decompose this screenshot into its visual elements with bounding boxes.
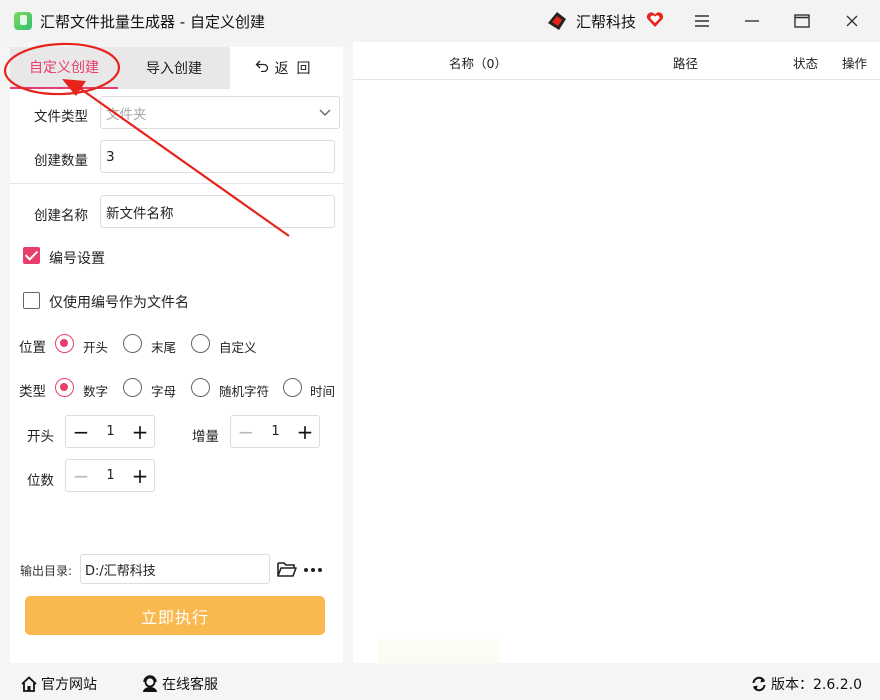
type-radio-number[interactable] xyxy=(55,378,74,397)
version-label: 版本：2.6.2.0 xyxy=(771,677,862,693)
chevron-down-icon xyxy=(319,105,331,121)
tab-custom-create[interactable]: 自定义创建 xyxy=(10,47,118,89)
digits-value[interactable]: 1 xyxy=(96,460,125,491)
position-option-end: 末尾 xyxy=(151,340,177,355)
table-header: 名称（0） 路径 状态 操作 xyxy=(353,42,880,80)
count-label: 创建数量 xyxy=(34,153,88,169)
digits-stepper: − 1 + xyxy=(65,459,155,492)
position-option-custom: 自定义 xyxy=(219,340,257,355)
home-icon xyxy=(21,676,37,692)
output-label: 输出目录: xyxy=(20,564,73,578)
start-value[interactable]: 1 xyxy=(96,416,125,447)
window-title: 汇帮文件批量生成器 - 自定义创建 xyxy=(40,13,265,31)
brand-name: 汇帮科技 xyxy=(576,13,637,31)
back-button[interactable]: 返回 xyxy=(230,47,343,89)
count-input[interactable]: 3 xyxy=(100,140,335,173)
position-label: 位置 xyxy=(19,340,46,356)
tab-import-create[interactable]: 导入创建 xyxy=(118,47,230,89)
version-info[interactable]: 版本：2.6.2.0 xyxy=(750,674,862,694)
numbering-label: 编号设置 xyxy=(49,251,105,267)
position-option-start: 开头 xyxy=(83,340,109,355)
execute-button[interactable]: 立即执行 xyxy=(25,596,325,635)
close-icon[interactable] xyxy=(838,8,866,34)
mode-tabs: 自定义创建 导入创建 返回 xyxy=(10,47,343,89)
file-type-label: 文件类型 xyxy=(34,109,88,125)
position-radio-start[interactable] xyxy=(55,334,74,353)
start-label: 开头 xyxy=(27,429,54,445)
increment-stepper: − 1 + xyxy=(230,415,320,448)
increment-label: 增量 xyxy=(192,429,219,445)
start-decrement-button[interactable]: − xyxy=(66,416,96,447)
type-option-number: 数字 xyxy=(83,384,109,399)
file-list-panel: 名称（0） 路径 状态 操作 xyxy=(353,42,880,665)
type-radio-letter[interactable] xyxy=(123,378,142,397)
divider xyxy=(10,183,343,184)
maximize-icon[interactable] xyxy=(788,8,816,34)
faded-button xyxy=(378,639,500,665)
folder-icon[interactable] xyxy=(276,559,298,579)
name-label: 创建名称 xyxy=(34,208,88,224)
column-actions[interactable]: 操作 xyxy=(842,53,867,72)
digits-increment-button[interactable]: + xyxy=(125,460,155,491)
brand-logo-icon xyxy=(548,12,566,30)
file-type-select[interactable]: 文件夹 xyxy=(100,96,340,129)
heart-icon[interactable] xyxy=(645,10,665,30)
type-radio-time[interactable] xyxy=(283,378,302,397)
only-number-checkbox[interactable] xyxy=(23,292,40,309)
back-label: 返回 xyxy=(274,61,319,77)
digits-label: 位数 xyxy=(27,473,54,489)
type-radio-random[interactable] xyxy=(191,378,210,397)
support-icon xyxy=(143,675,157,692)
website-label: 官方网站 xyxy=(41,677,97,693)
name-input[interactable]: 新文件名称 xyxy=(100,195,335,228)
numbering-checkbox[interactable] xyxy=(23,247,40,264)
output-path-input[interactable]: D:/汇帮科技 xyxy=(80,554,270,584)
only-number-label: 仅使用编号作为文件名 xyxy=(49,295,189,311)
title-bar: 汇帮文件批量生成器 - 自定义创建 汇帮科技 xyxy=(0,0,880,42)
file-type-value: 文件夹 xyxy=(106,106,147,123)
column-name[interactable]: 名称（0） xyxy=(449,53,507,72)
footer: 官方网站 在线客服 版本：2.6.2.0 xyxy=(0,670,880,700)
menu-icon[interactable] xyxy=(688,8,716,34)
position-radio-custom[interactable] xyxy=(191,334,210,353)
app-icon xyxy=(14,12,32,30)
start-increment-button[interactable]: + xyxy=(125,416,155,447)
refresh-icon xyxy=(752,676,766,692)
start-stepper: − 1 + xyxy=(65,415,155,448)
increment-decrement-button[interactable]: − xyxy=(231,416,261,447)
settings-panel: 自定义创建 导入创建 返回 文件类型 文件夹 创建数量 3 创建名称 新文件名称… xyxy=(10,47,343,663)
support-link[interactable]: 在线客服 xyxy=(141,674,218,694)
increment-value[interactable]: 1 xyxy=(261,416,290,447)
website-link[interactable]: 官方网站 xyxy=(20,674,97,694)
more-icon[interactable] xyxy=(303,559,323,577)
type-option-random: 随机字符 xyxy=(219,384,270,399)
support-label: 在线客服 xyxy=(162,677,218,693)
type-label: 类型 xyxy=(19,384,46,400)
type-option-letter: 字母 xyxy=(151,384,177,399)
increment-increment-button[interactable]: + xyxy=(290,416,320,447)
column-status[interactable]: 状态 xyxy=(793,53,818,72)
position-radio-end[interactable] xyxy=(123,334,142,353)
type-option-time: 时间 xyxy=(310,384,336,399)
digits-decrement-button[interactable]: − xyxy=(66,460,96,491)
column-path[interactable]: 路径 xyxy=(673,53,698,72)
minimize-icon[interactable] xyxy=(738,8,766,34)
back-arrow-icon xyxy=(255,60,269,76)
